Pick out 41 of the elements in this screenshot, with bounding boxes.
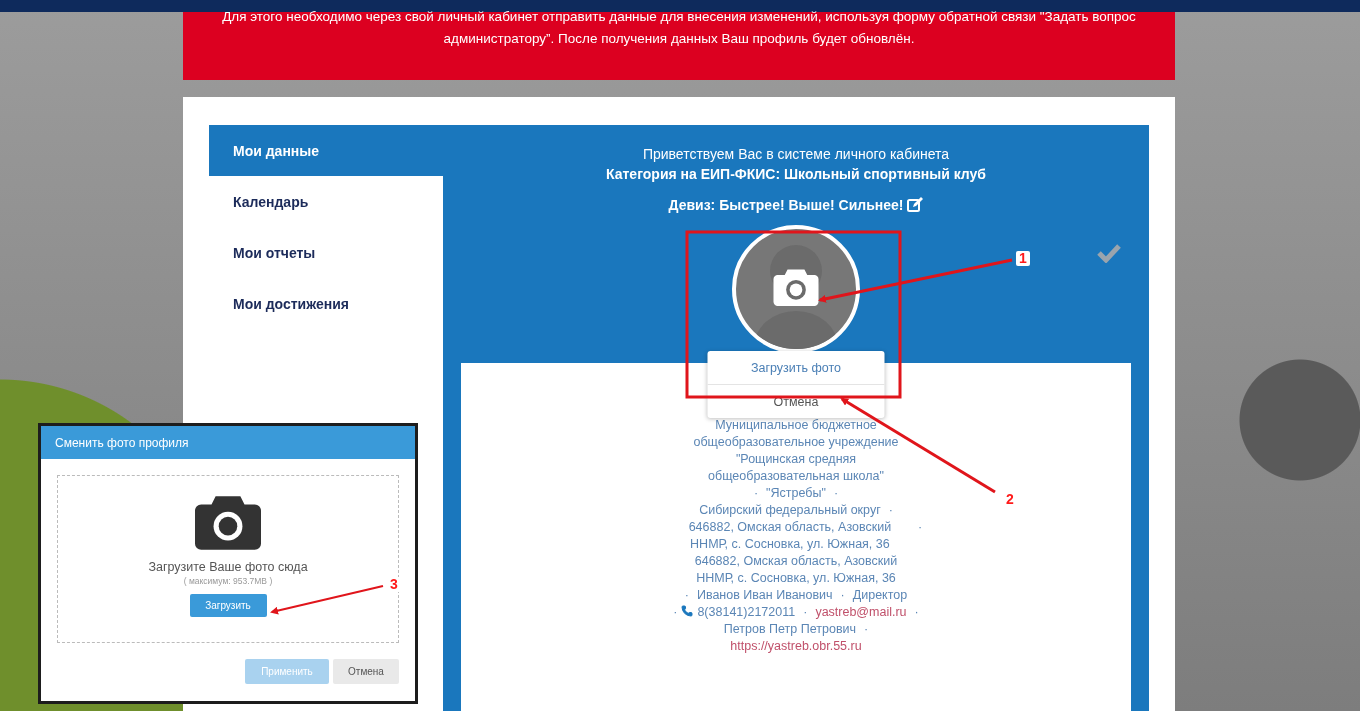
sidebar-item[interactable]: Мои достижения (209, 278, 443, 329)
menu-item[interactable]: Загрузить фото (707, 351, 885, 384)
separator-dot: · (833, 485, 839, 502)
annotation-number: 2 (1003, 492, 1017, 507)
phone-number: 8(38141)2172011 (697, 604, 796, 621)
info-text: Сибирский федеральный округ (699, 502, 881, 519)
separator-dot: · (803, 604, 808, 621)
info-text: 646882, Омская область, Азовский ННМР, с. Сосновка, ул. Южная, 36 (687, 519, 893, 553)
camera-icon (195, 494, 261, 550)
annotation-number: 3 (387, 577, 401, 592)
dialog-title: Сменить фото профиля (41, 426, 415, 459)
cancel-button[interactable]: Отмена (333, 659, 399, 684)
info-text: 646882, Омская область, Азовский ННМР, с. Сосновка, ул. Южная, 36 (693, 553, 899, 587)
info-text: Петров Петр Петрович (723, 621, 857, 638)
separator-dot: · (753, 485, 759, 502)
separator-dot: · (888, 502, 893, 519)
greeting-text: Приветствуем Вас в системе личного кабинета (642, 145, 950, 163)
size-limit-text: ( максимум: 953.7MB ) (183, 576, 273, 586)
separator-dot: · (864, 621, 869, 638)
info-text: Иванов Иван Иванович (696, 587, 833, 604)
website-link[interactable]: https://yastreb.obr.55.ru (730, 638, 862, 655)
info-text: "Ястребы" (766, 485, 826, 502)
camera-icon (773, 268, 819, 306)
separator-dot: · (840, 587, 845, 604)
separator-dot: · (684, 587, 689, 604)
notice-text: Для этого необходимо через свой личный кабинет отправить данные для внесения изменений, используя форму обратной связи "Задать вопрос администратору”. После получения данных Ваш профиль будет обновлён. (221, 8, 1137, 48)
motto-text: Девиз: Быстрее! Выше! Сильнее! (668, 197, 904, 213)
checkmark-icon[interactable] (1097, 243, 1121, 263)
phone-icon (681, 605, 694, 617)
separator-dot: · (917, 519, 923, 536)
annotation-number: 1 (1016, 251, 1030, 266)
info-text: Муниципальное бюджетное общеобразовательное учреждение "Рощинская средняя общеобразовательная школа" (692, 417, 900, 485)
separator-dot: · (673, 604, 678, 621)
email-link[interactable]: yastreb@mail.ru (815, 604, 907, 621)
category-text: Категория на ЕИП-ФКИС: Школьный спортивный клуб (606, 165, 986, 184)
sidebar-item[interactable]: Календарь (209, 176, 443, 227)
edit-icon[interactable] (907, 197, 924, 213)
info-text: Директор (852, 587, 908, 604)
sidebar-item[interactable]: Мои отчеты (209, 227, 443, 278)
separator-dot: · (914, 604, 919, 621)
drop-text: Загрузите Ваше фото сюда (148, 560, 308, 574)
